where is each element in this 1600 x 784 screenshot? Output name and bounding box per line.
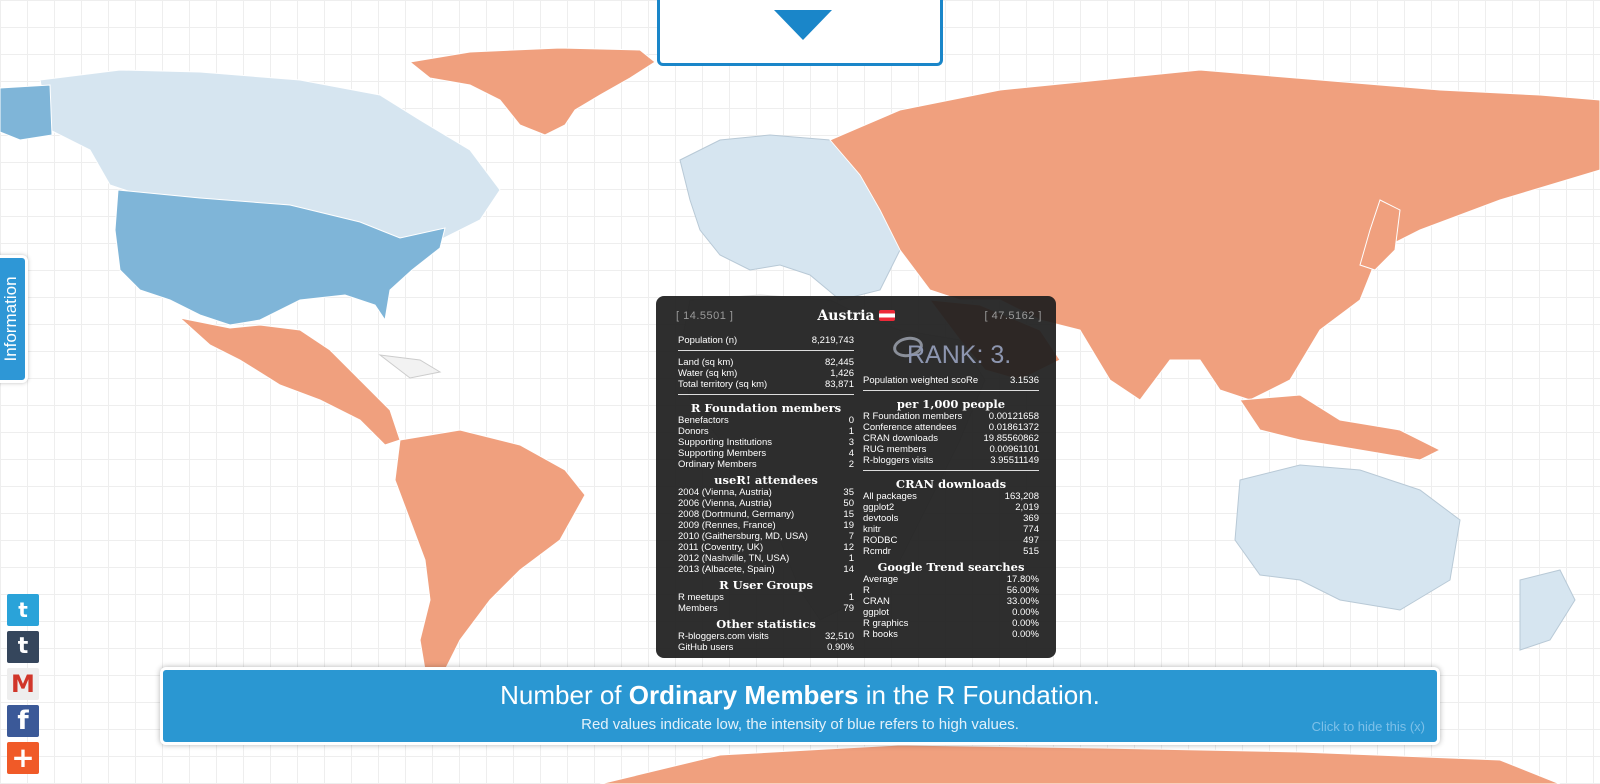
hide-banner-link[interactable]: Click to hide this (x)	[1312, 719, 1425, 734]
stat-row: R-bloggers.com visits 32,510	[678, 631, 854, 642]
addthis-icon[interactable]: +	[7, 742, 39, 774]
stat-row: Benefactors 0	[678, 415, 854, 426]
stat-row: R meetups 1	[678, 592, 854, 603]
stat-row: Total territory (sq km) 83,871	[678, 379, 854, 390]
stat-row: GitHub users 0.90%	[678, 642, 854, 653]
stat-row: R graphics 0.00%	[863, 618, 1039, 629]
country-new-zealand[interactable]	[1519, 569, 1576, 651]
stat-row: Donors 1	[678, 426, 854, 437]
section-title: CRAN downloads	[895, 477, 1007, 491]
country-greenland[interactable]	[408, 47, 656, 136]
banner-subtitle: Red values indicate low, the intensity o…	[581, 716, 1019, 733]
stat-row: Water (sq km) 1,426	[678, 368, 854, 379]
country-usa-alaska[interactable]	[0, 84, 53, 141]
stat-row: Members 79	[678, 603, 854, 614]
stat-row: Rcmdr 515	[863, 546, 1039, 557]
country-name: Austria	[656, 308, 1056, 324]
stat-row: ggplot 0.00%	[863, 607, 1039, 618]
stat-row: 2004 (Vienna, Austria) 35	[678, 487, 854, 498]
stat-row: Average 17.80%	[863, 574, 1039, 585]
description-banner[interactable]: Number of Ordinary Members in the R Foun…	[160, 667, 1440, 745]
rank-display: RANK: 3.	[863, 334, 1039, 375]
stat-row: R 56.00%	[863, 585, 1039, 596]
tooltip-left-column: Population (n) 8,219,743 Land (sq km) 82,4…	[678, 335, 854, 653]
stat-row: RODBC 497	[863, 535, 1039, 546]
top-dropdown-tab[interactable]	[657, 0, 943, 66]
section-title: per 1,000 people	[896, 397, 1006, 411]
section-title: useR! attendees	[714, 473, 818, 487]
stat-row: 2010 (Gaithersburg, MD, USA) 7	[678, 531, 854, 542]
tumblr-icon[interactable]: t	[7, 631, 39, 663]
stat-row: Conference attendees 0.01861372	[863, 422, 1039, 433]
stat-row: 2009 (Rennes, France) 19	[678, 520, 854, 531]
stat-row: 2011 (Coventry, UK) 12	[678, 542, 854, 553]
stat-row: ggplot2 2,019	[863, 502, 1039, 513]
information-tab[interactable]: Information	[0, 255, 28, 383]
gmail-icon[interactable]: M	[7, 668, 39, 700]
country-tooltip: [ 14.5501 ] [ 47.5162 ] Austria Populati…	[656, 296, 1056, 658]
stat-row: R-bloggers visits 3.95511149	[863, 455, 1039, 466]
stat-row: Population weighted scoRe 3.1536	[863, 375, 1039, 386]
divider	[863, 390, 1039, 391]
section-title: R User Groups	[719, 578, 813, 592]
stat-row: R books 0.00%	[863, 629, 1039, 640]
stat-row: R Foundation members 0.00121658	[863, 411, 1039, 422]
divider	[678, 394, 854, 395]
chevron-down-icon[interactable]	[774, 10, 832, 40]
stat-row: devtools 369	[863, 513, 1039, 524]
stat-row: CRAN downloads 19.85560862	[863, 433, 1039, 444]
stat-row: Supporting Members 4	[678, 448, 854, 459]
information-tab-label[interactable]: Information	[1, 276, 21, 361]
stat-row: RUG members 0.00961101	[863, 444, 1039, 455]
divider	[863, 470, 1039, 471]
country-australia[interactable]	[1234, 464, 1461, 611]
stat-row: 2012 (Nashville, TN, USA) 1	[678, 553, 854, 564]
tooltip-right-column: RANK: 3. Population weighted scoRe 3.1536…	[863, 334, 1039, 640]
country-mexico[interactable]	[178, 317, 401, 446]
stat-row: knitr 774	[863, 524, 1039, 535]
stat-row: Ordinary Members 2	[678, 459, 854, 470]
section-title: Other statistics	[716, 617, 816, 631]
banner-title: Number of Ordinary Members in the R Foun…	[500, 680, 1100, 710]
twitter-icon[interactable]: t	[7, 594, 39, 626]
divider	[678, 350, 854, 351]
country-antarctica	[599, 744, 1561, 784]
facebook-icon[interactable]: f	[7, 705, 39, 737]
stat-row: CRAN 33.00%	[863, 596, 1039, 607]
austria-flag-icon	[878, 310, 895, 321]
rank-value: RANK: 3.	[907, 341, 1012, 369]
country-caribbean	[378, 354, 442, 379]
stat-row: Supporting Institutions 3	[678, 437, 854, 448]
stat-row: All packages 163,208	[863, 491, 1039, 502]
stat-row: 2006 (Vienna, Austria) 50	[678, 498, 854, 509]
stat-row: 2013 (Albacete, Spain) 14	[678, 564, 854, 575]
section-title: R Foundation members	[690, 401, 842, 415]
stat-row: 2008 (Dortmund, Germany) 15	[678, 509, 854, 520]
stat-row: Land (sq km) 82,445	[678, 357, 854, 368]
country-south-america[interactable]	[394, 429, 586, 671]
section-title: Google Trend searches	[877, 560, 1025, 574]
country-se-asia[interactable]	[1239, 394, 1442, 461]
stat-row: Population (n) 8,219,743	[678, 335, 854, 346]
